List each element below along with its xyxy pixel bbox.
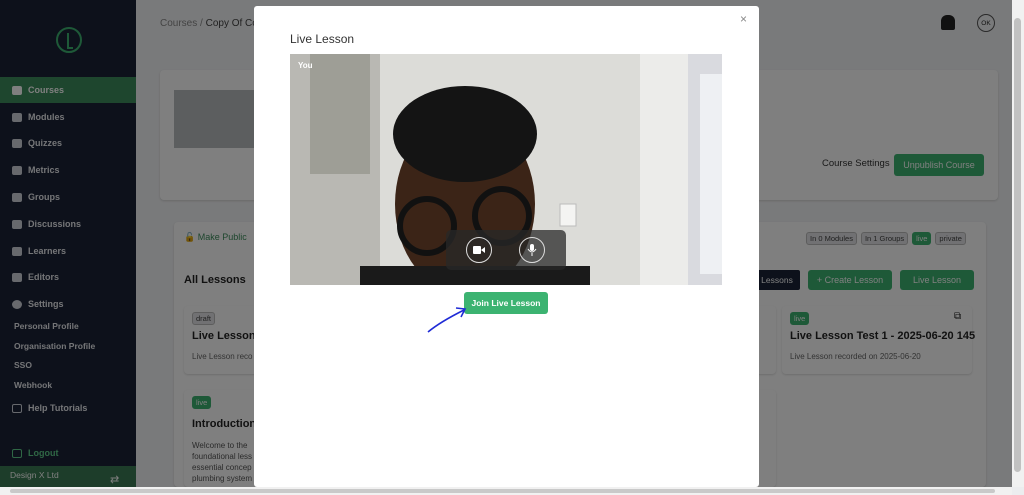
camera-preview: You [290, 54, 722, 285]
microphone-toggle-button[interactable] [519, 237, 545, 263]
horizontal-scroll-thumb[interactable] [10, 489, 995, 493]
video-camera-icon [473, 246, 485, 254]
microphone-icon [527, 244, 537, 256]
annotation-arrow [427, 307, 467, 333]
close-icon[interactable]: × [740, 12, 747, 26]
vertical-scroll-thumb[interactable] [1014, 18, 1021, 472]
participant-label: You [298, 61, 313, 70]
live-lesson-modal: Live Lesson × You Join Live Lesson [254, 6, 759, 487]
camera-toggle-button[interactable] [466, 237, 492, 263]
join-live-lesson-button[interactable]: Join Live Lesson [464, 292, 548, 314]
modal-title: Live Lesson [290, 32, 355, 46]
media-controls [446, 230, 566, 270]
